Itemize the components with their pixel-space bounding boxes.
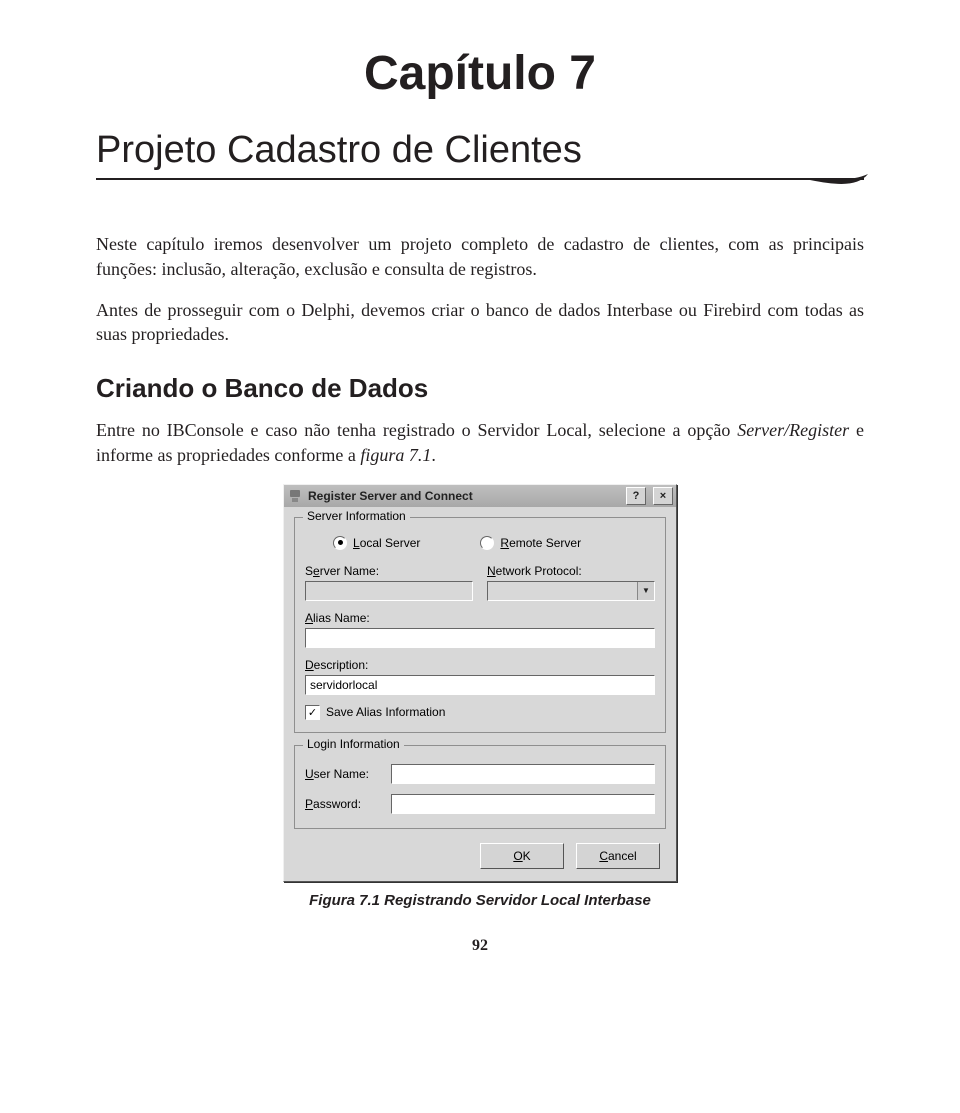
login-information-group: Login Information User Name: Password: <box>294 745 666 829</box>
alias-name-label: Alias Name: <box>305 611 655 625</box>
section-title: Projeto Cadastro de Clientes <box>96 129 864 172</box>
radio-icon <box>333 536 347 550</box>
register-server-dialog: Register Server and Connect ? × Server I… <box>283 484 677 882</box>
app-icon <box>287 488 303 504</box>
local-server-radio[interactable]: Local Server <box>333 536 420 550</box>
local-server-radio-label: Local Server <box>353 536 420 550</box>
paragraph-1: Neste capítulo iremos desenvolver um pro… <box>96 232 864 282</box>
figure-caption: Figura 7.1 Registrando Servidor Local In… <box>96 892 864 909</box>
login-information-legend: Login Information <box>303 737 404 751</box>
user-name-label: User Name: <box>305 767 391 781</box>
chevron-down-icon: ▼ <box>637 582 654 600</box>
swoosh-icon <box>810 172 870 194</box>
checkbox-icon: ✓ <box>305 705 320 720</box>
radio-icon <box>480 536 494 550</box>
close-button[interactable]: × <box>653 487 673 505</box>
help-button[interactable]: ? <box>626 487 646 505</box>
subheading: Criando o Banco de Dados <box>96 373 864 404</box>
dialog-title: Register Server and Connect <box>308 489 619 503</box>
paragraph-3-e: . <box>431 445 436 465</box>
chapter-title: Capítulo 7 <box>96 46 864 101</box>
paragraph-3: Entre no IBConsole e caso não tenha regi… <box>96 418 864 468</box>
network-protocol-select <box>487 581 655 601</box>
decorative-rule <box>96 178 864 206</box>
server-name-field <box>305 581 473 601</box>
remote-server-radio-label: Remote Server <box>500 536 581 550</box>
description-label: Description: <box>305 658 655 672</box>
password-field[interactable] <box>391 794 655 814</box>
network-protocol-label: Network Protocol: <box>487 564 655 578</box>
page-number: 92 <box>96 937 864 955</box>
server-information-legend: Server Information <box>303 509 410 523</box>
dialog-titlebar[interactable]: Register Server and Connect ? × <box>284 485 676 507</box>
password-label: Password: <box>305 797 391 811</box>
save-alias-checkbox[interactable]: ✓ Save Alias Information <box>305 705 655 720</box>
paragraph-3-d: figura 7.1 <box>360 445 431 465</box>
description-field[interactable]: servidorlocal <box>305 675 655 695</box>
remote-server-radio[interactable]: Remote Server <box>480 536 581 550</box>
server-information-group: Server Information Local Server Remote S… <box>294 517 666 733</box>
ok-button[interactable]: OK <box>480 843 564 869</box>
save-alias-label: Save Alias Information <box>326 705 445 719</box>
paragraph-3-b: Server/Register <box>737 420 849 440</box>
paragraph-3-a: Entre no IBConsole e caso não tenha regi… <box>96 420 737 440</box>
user-name-field[interactable] <box>391 764 655 784</box>
cancel-button[interactable]: Cancel <box>576 843 660 869</box>
alias-name-field[interactable] <box>305 628 655 648</box>
paragraph-2: Antes de prosseguir com o Delphi, devemo… <box>96 298 864 348</box>
server-name-label: Server Name: <box>305 564 473 578</box>
